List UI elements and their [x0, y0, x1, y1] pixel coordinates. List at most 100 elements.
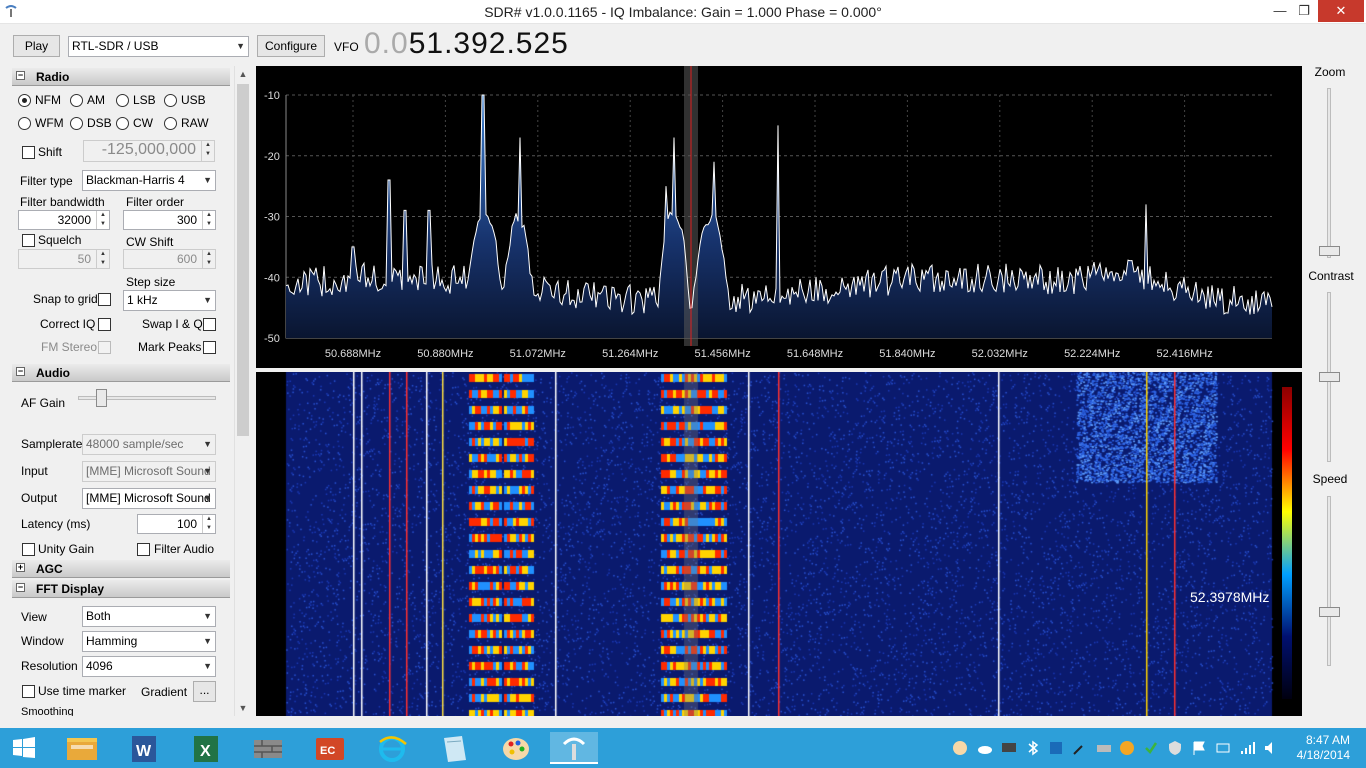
firewall-icon[interactable]: [244, 732, 292, 764]
audio-section-header[interactable]: − Audio: [12, 364, 230, 382]
filter-bandwidth-spinner-icon[interactable]: ▲ ▼: [96, 211, 109, 229]
snap-to-grid-checkbox[interactable]: [98, 293, 111, 306]
speed-track[interactable]: [1327, 496, 1331, 666]
security-check-icon[interactable]: [1143, 740, 1159, 756]
swap-iq-checkbox[interactable]: [203, 318, 216, 331]
window-select[interactable]: Hamming ▼: [82, 631, 216, 652]
zoom-track[interactable]: [1327, 88, 1331, 258]
configure-button[interactable]: Configure: [257, 35, 325, 57]
signal-icon[interactable]: [1239, 740, 1255, 756]
mark-peaks-checkbox[interactable]: [203, 341, 216, 354]
shift-checkbox[interactable]: [22, 146, 35, 159]
speed-slider[interactable]: [1319, 607, 1340, 617]
fm-stereo-checkbox[interactable]: [98, 341, 111, 354]
squelch-spinner-icon[interactable]: ▲ ▼: [96, 250, 109, 268]
filter-type-label: Filter type: [20, 174, 73, 188]
spectrum-plot[interactable]: -10 -20 -30 -40 -50 50.688MHz 50.880MHz 51.072M…: [256, 66, 1302, 368]
mode-radio-dsb[interactable]: [70, 117, 83, 130]
mode-radio-usb[interactable]: [164, 94, 177, 107]
paint-icon[interactable]: [492, 732, 540, 764]
input-device-select[interactable]: [MME] Microsoft Sound ▼: [82, 461, 216, 482]
network-icon[interactable]: [1215, 740, 1231, 756]
output-device-select[interactable]: [MME] Microsoft Sound ▼: [82, 488, 216, 509]
agc-section-header[interactable]: + AGC: [12, 560, 230, 578]
zoom-slider[interactable]: [1319, 246, 1340, 256]
collapse-icon[interactable]: −: [16, 71, 25, 80]
step-size-select[interactable]: 1 kHz ▼: [123, 290, 216, 311]
internet-explorer-icon[interactable]: [368, 732, 416, 764]
scroll-up-icon[interactable]: ▲: [235, 69, 251, 79]
latency-value: 100: [176, 517, 197, 531]
spectrum-analyzer[interactable]: -10 -20 -30 -40 -50 50.688MHz 50.880MHz 51.072M…: [256, 66, 1302, 368]
shift-spinner-icon[interactable]: ▲ ▼: [201, 141, 214, 161]
radio-section-header[interactable]: − Radio: [12, 68, 230, 86]
waterfall-canvas[interactable]: [256, 372, 1302, 716]
file-explorer-icon[interactable]: [58, 732, 106, 764]
latency-label: Latency (ms): [21, 517, 91, 531]
gradient-button[interactable]: ...: [193, 681, 216, 702]
network-manager-icon[interactable]: [1048, 740, 1064, 756]
paint-tray-icon[interactable]: [952, 740, 968, 756]
filter-audio-checkbox[interactable]: [137, 543, 150, 556]
mode-radio-wfm[interactable]: [18, 117, 31, 130]
unity-gain-checkbox[interactable]: [22, 543, 35, 556]
vfo-label: VFO: [334, 40, 359, 54]
correct-iq-label: Correct IQ: [40, 317, 96, 331]
filter-order-spinner-icon[interactable]: ▲ ▼: [202, 211, 215, 229]
mode-radio-am[interactable]: [70, 94, 83, 107]
shield-icon[interactable]: [1167, 740, 1183, 756]
filter-order-input[interactable]: 300 ▲ ▼: [123, 210, 216, 230]
update-icon[interactable]: [1119, 740, 1135, 756]
sdrsharp-icon[interactable]: [550, 732, 598, 764]
scroll-down-icon[interactable]: ▼: [235, 703, 251, 713]
word-icon[interactable]: W: [120, 732, 168, 764]
squelch-checkbox[interactable]: [22, 234, 35, 247]
collapse-icon[interactable]: −: [16, 367, 25, 376]
close-button[interactable]: ✕: [1318, 0, 1364, 22]
notes-icon[interactable]: [430, 732, 478, 764]
media-icon[interactable]: EC: [306, 732, 354, 764]
svg-text:X: X: [200, 743, 211, 760]
tools-icon[interactable]: [1072, 740, 1088, 756]
x-tick-label: 50.880MHz: [417, 348, 473, 360]
play-button[interactable]: Play: [13, 35, 60, 57]
excel-icon[interactable]: X: [182, 732, 230, 764]
left-panel-scrollbar[interactable]: ▲ ▼: [234, 66, 251, 716]
expand-icon[interactable]: +: [16, 563, 25, 572]
flag-icon[interactable]: [1191, 740, 1207, 756]
mode-radio-raw[interactable]: [164, 117, 177, 130]
mode-radio-nfm[interactable]: [18, 94, 31, 107]
monitor-icon[interactable]: [1001, 740, 1017, 756]
vfo-frequency-display[interactable]: 0.051.392.525: [364, 27, 569, 61]
resolution-select[interactable]: 4096 ▼: [82, 656, 216, 677]
samplerate-select[interactable]: 48000 sample/sec ▼: [82, 434, 216, 455]
x-tick-label: 52.224MHz: [1064, 348, 1120, 360]
mode-radio-lsb[interactable]: [116, 94, 129, 107]
mode-radio-cw[interactable]: [116, 117, 129, 130]
mode-label-raw: RAW: [181, 116, 209, 130]
filter-bandwidth-input[interactable]: 32000 ▲ ▼: [18, 210, 110, 230]
view-select[interactable]: Both ▼: [82, 606, 216, 627]
shift-input[interactable]: -125,000,000 ▲ ▼: [83, 140, 215, 162]
fft-section-header[interactable]: − FFT Display: [12, 580, 230, 598]
cw-shift-spinner-icon[interactable]: ▲ ▼: [202, 250, 215, 268]
contrast-slider[interactable]: [1319, 372, 1340, 382]
latency-spinner-icon[interactable]: ▲ ▼: [202, 515, 215, 533]
bluetooth-icon[interactable]: [1025, 740, 1041, 756]
cloud-icon[interactable]: [977, 740, 993, 756]
source-select[interactable]: RTL-SDR / USB ▼: [68, 36, 249, 57]
latency-input[interactable]: 100 ▲ ▼: [137, 514, 216, 534]
af-gain-slider[interactable]: [95, 389, 107, 407]
cw-shift-input[interactable]: 600 ▲ ▼: [123, 249, 216, 269]
collapse-icon[interactable]: −: [16, 583, 25, 592]
waterfall-display[interactable]: 52.3978MHz: [256, 372, 1302, 716]
drive-icon[interactable]: [1096, 740, 1112, 756]
maximize-button[interactable]: ❐: [1290, 0, 1318, 22]
time-marker-checkbox[interactable]: [22, 685, 35, 698]
correct-iq-checkbox[interactable]: [98, 318, 111, 331]
filter-type-select[interactable]: Blackman-Harris 4 ▼: [82, 170, 216, 191]
scrollbar-thumb[interactable]: [237, 84, 249, 436]
system-clock[interactable]: 8:47 AM 4/18/2014: [1270, 733, 1350, 763]
start-icon[interactable]: [0, 732, 48, 764]
squelch-input[interactable]: 50 ▲ ▼: [18, 249, 110, 269]
